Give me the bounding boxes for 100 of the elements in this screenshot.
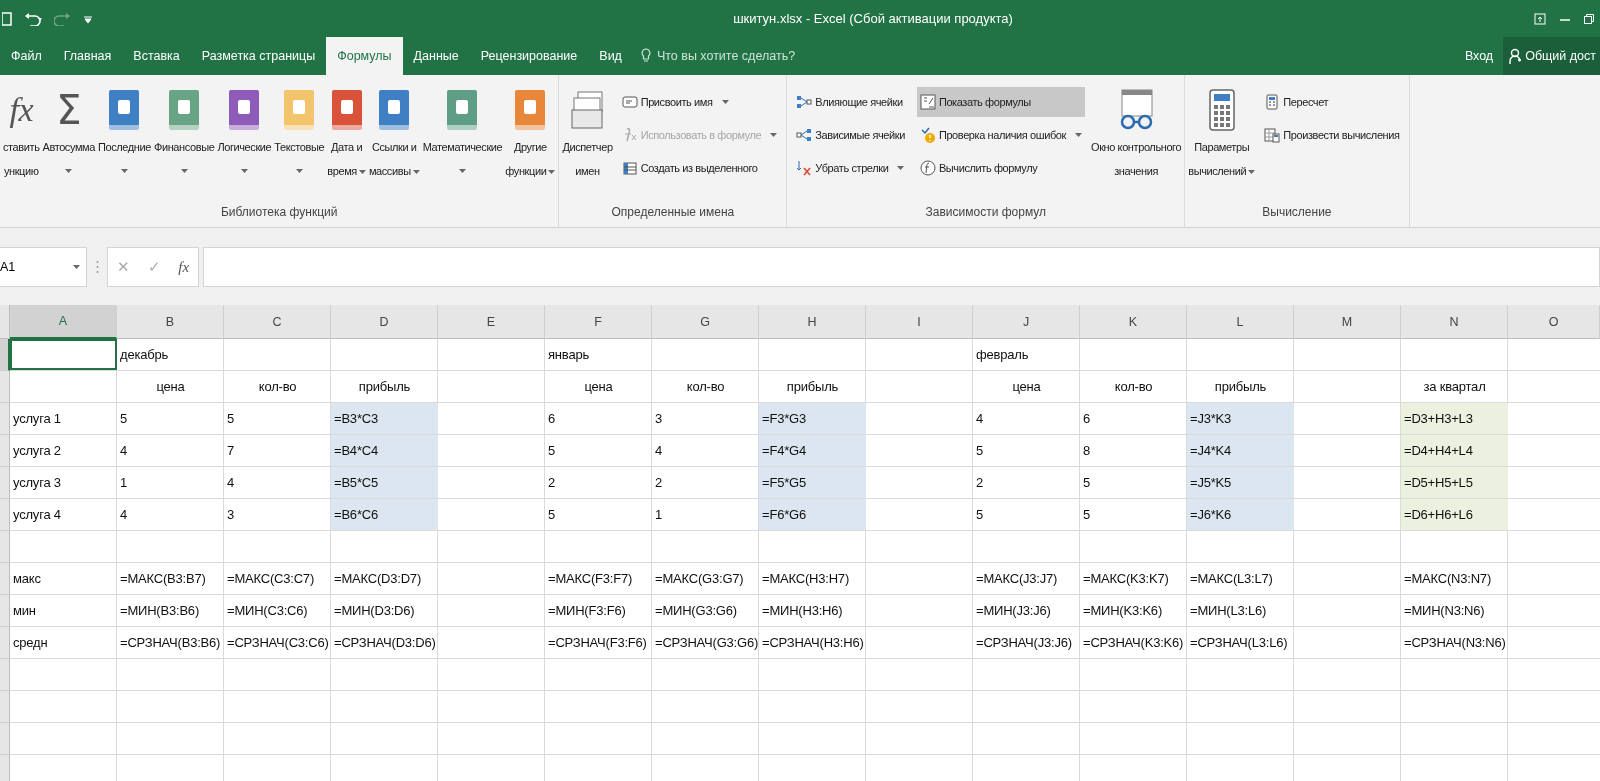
sheet-cell-text: 5: [547, 442, 557, 460]
sheet-cell: =D3+H3+L3: [1401, 403, 1508, 434]
column-header[interactable]: F: [545, 305, 652, 339]
sheet-cell-text: =МИН(K3:K6): [1082, 602, 1164, 620]
sheet-cell-text: услуга 3: [12, 474, 62, 492]
column-header[interactable]: A: [10, 305, 117, 339]
sheet-cell-text: прибыль: [785, 378, 840, 396]
sheet-cell-text: 1: [654, 506, 664, 524]
sheet-cell: =D6+H6+L6: [1401, 499, 1508, 530]
ribbon-button[interactable]: Влияющие ячейки: [793, 87, 908, 117]
function-icon: fx: [9, 93, 34, 127]
sheet-cell-text: декабрь: [119, 346, 170, 364]
ribbon-button[interactable]: Ссылки и массивы: [367, 81, 421, 201]
group-label: Определенные имена: [610, 204, 736, 221]
column-header[interactable]: B: [117, 305, 224, 339]
column-header[interactable]: C: [224, 305, 331, 339]
sheet-cell-text: кол-во: [1113, 378, 1154, 396]
column-header[interactable]: O: [1508, 305, 1600, 339]
column-header[interactable]: G: [652, 305, 759, 339]
sheet-cell-text: кол-во: [257, 378, 298, 396]
insert-function-button[interactable]: fx: [178, 258, 190, 276]
ribbon-button[interactable]: Последние: [97, 81, 152, 201]
sheet-cell: =F4*G4: [759, 435, 866, 466]
ribbon-tab[interactable]: Вставка: [122, 37, 191, 75]
sheet-cell-text: услуга 1: [12, 410, 62, 428]
sheet-cell-text: =МАКС(F3:F7): [547, 570, 634, 588]
sheet-cell-text: =СРЗНАЧ(B3:B6): [119, 634, 222, 652]
ribbon-button[interactable]: Диспетчер имен: [561, 81, 614, 201]
sheet-cell-text: =МИН(L3:L6): [1189, 602, 1268, 620]
sheet-cell-text: 2: [654, 474, 664, 492]
ribbon-button[interactable]: Параметры вычислений: [1187, 81, 1257, 201]
sheet-cell-text: средн: [12, 634, 49, 652]
column-header[interactable]: N: [1401, 305, 1508, 339]
sheet-cell-text: 5: [119, 410, 129, 428]
sheet-cell-text: =СРЗНАЧ(K3:K6): [1082, 634, 1185, 652]
column-header[interactable]: D: [331, 305, 438, 339]
group-label: Вычисление: [1261, 204, 1333, 221]
ribbon-button[interactable]: Убрать стрелки: [793, 153, 908, 183]
sign-in-link[interactable]: Вход: [1454, 49, 1504, 63]
ribbon-tab[interactable]: Формулы: [326, 37, 403, 75]
ribbon-button[interactable]: Дата и время: [326, 81, 367, 201]
column-header[interactable]: M: [1294, 305, 1401, 339]
sheet-cell-text: =МАКС(J3:J7): [975, 570, 1059, 588]
share-button[interactable]: Общий дост: [1503, 37, 1600, 75]
ribbon-tab[interactable]: Разметка страницы: [190, 37, 327, 75]
column-header[interactable]: H: [759, 305, 866, 339]
ribbon-button[interactable]: fx ставить ункцию: [2, 81, 41, 201]
sheet-cell-text: 4: [119, 442, 129, 460]
column-header[interactable]: I: [866, 305, 973, 339]
sheet-cell: =B6*C6: [331, 499, 438, 530]
ribbon-tab[interactable]: Файл: [0, 37, 53, 75]
sheet-cell-text: =СРЗНАЧ(N3:N6): [1403, 634, 1507, 652]
ribbon-button[interactable]: Окно контрольного значения: [1090, 81, 1183, 201]
sheet-cell: =J4*K4: [1187, 435, 1294, 466]
column-header[interactable]: L: [1187, 305, 1294, 339]
ribbon-button[interactable]: Произвести вычисления: [1261, 120, 1403, 150]
sheet-cell-text: =МИН(H3:H6): [761, 602, 844, 620]
sheet-cell: =J3*K3: [1187, 403, 1294, 434]
ribbon-tab[interactable]: Данные: [402, 37, 470, 75]
name-box[interactable]: A1: [0, 247, 87, 287]
ribbon-tab[interactable]: Главная: [52, 37, 123, 75]
ribbon-button[interactable]: Присвоить имя: [618, 87, 781, 117]
ribbon-button[interactable]: Математические: [421, 81, 504, 201]
ribbon-button[interactable]: Другие функции: [504, 81, 557, 201]
ribbon-button[interactable]: Проверка наличия ошибок: [916, 120, 1085, 150]
column-header[interactable]: J: [973, 305, 1080, 339]
ribbon-button[interactable]: Создать из выделенного: [618, 153, 781, 183]
sheet-cell: =F3*G3: [759, 403, 866, 434]
ribbon-tab[interactable]: Вид: [588, 37, 633, 75]
sheet-cell: =J6*K6: [1187, 499, 1294, 530]
ribbon-button[interactable]: Логические: [216, 81, 273, 201]
sheet-cell-text: =МИН(B3:B6): [119, 602, 201, 620]
sheet-cell-text: =СРЗНАЧ(C3:C6): [226, 634, 330, 652]
ribbon-button[interactable]: Текстовые: [273, 81, 326, 201]
sheet-cell-text: январь: [547, 346, 590, 364]
group-label: Библиотека функций: [219, 204, 339, 221]
sheet-cell: =B5*C5: [331, 467, 438, 498]
ribbon-button[interactable]: Показать формулы: [916, 87, 1085, 117]
sheet-cell-text: =СРЗНАЧ(G3:G6): [654, 634, 759, 652]
sheet-cell-text: =МИН(G3:G6): [654, 602, 738, 620]
sheet-cell-text: =МАКС(C3:C7): [226, 570, 315, 588]
sheet-cell: =J5*K5: [1187, 467, 1294, 498]
column-header[interactable]: K: [1080, 305, 1187, 339]
ribbon-button[interactable]: Вычислить формулу: [916, 153, 1085, 183]
sheet-cell-text: услуга 2: [12, 442, 62, 460]
tell-me-field[interactable]: Что вы хотите сделать?: [654, 48, 819, 64]
ribbon-button[interactable]: Финансовые: [153, 81, 216, 201]
sheet-cell-text: =СРЗНАЧ(J3:J6): [975, 634, 1073, 652]
sheet-cell: =F6*G6: [759, 499, 866, 530]
sheet-cell-text: =МИН(J3:J6): [975, 602, 1052, 620]
sheet-cell-text: за квартал: [1422, 378, 1487, 396]
ribbon-button[interactable]: Зависимые ячейки: [793, 120, 908, 150]
sheet-cell: =B3*C3: [331, 403, 438, 434]
sheet-cell: =D4+H4+L4: [1401, 435, 1508, 466]
ribbon-tab[interactable]: Рецензирование: [469, 37, 589, 75]
ribbon-button[interactable]: Пересчет: [1261, 87, 1403, 117]
column-header[interactable]: E: [438, 305, 545, 339]
window-title: шкитун.xlsx - Excel (Сбой активации продукта): [732, 11, 1014, 26]
ribbon-button[interactable]: Σ Автосумма: [41, 81, 96, 201]
sheet-cell-text: макс: [12, 570, 42, 588]
